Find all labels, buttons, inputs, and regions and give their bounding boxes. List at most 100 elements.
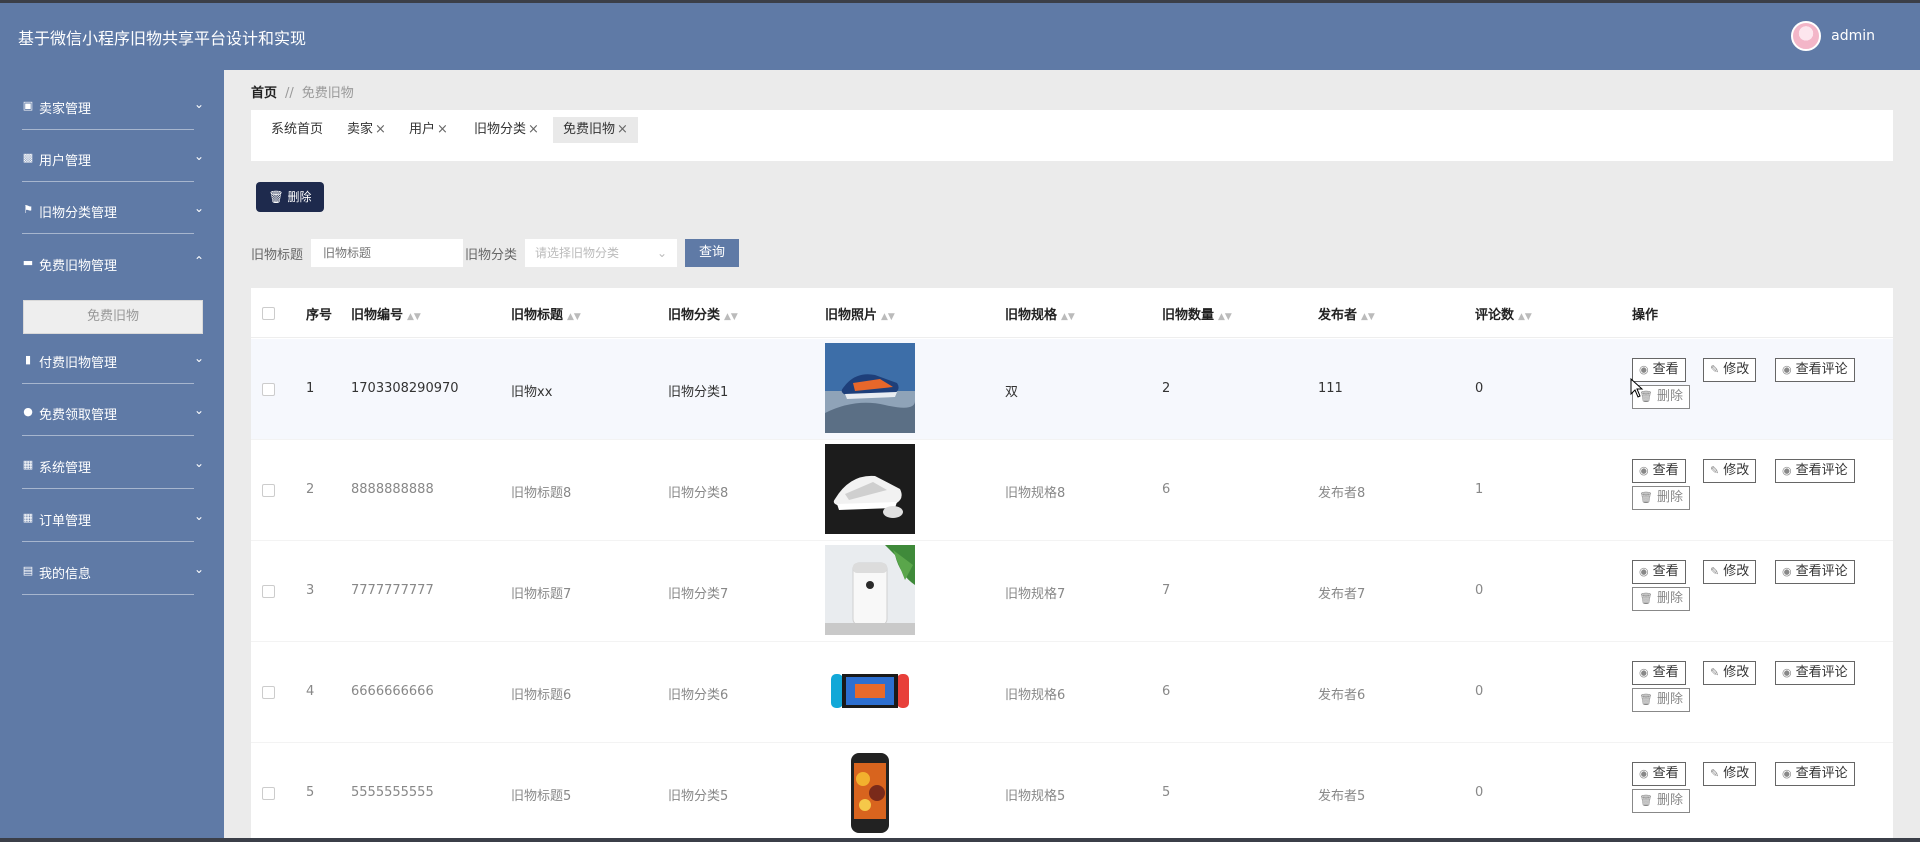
cell-title: 旧物标题5	[511, 789, 572, 804]
view-button[interactable]: ◉ 查看	[1632, 459, 1686, 483]
header-publisher[interactable]: 发布者 ▲▼	[1318, 304, 1375, 323]
cell-comments: 0	[1475, 381, 1484, 396]
avatar[interactable]	[1791, 21, 1822, 51]
shoe-white-photo[interactable]	[825, 444, 915, 534]
sidebar-item-free-claims[interactable]: ● 免费领取管理 ⌄	[0, 388, 224, 436]
view-button[interactable]: ◉ 查看	[1632, 762, 1686, 786]
header-category[interactable]: 旧物分类 ▲▼	[668, 304, 738, 323]
submenu-free-items[interactable]: 免费旧物	[23, 300, 203, 334]
header-spec[interactable]: 旧物规格 ▲▼	[1005, 304, 1075, 323]
button-label: 查看	[1652, 766, 1679, 781]
tab-seller[interactable]: 卖家 ×	[337, 117, 396, 143]
close-icon[interactable]: ×	[528, 122, 539, 137]
sort-icon[interactable]: ▲▼	[1061, 312, 1075, 322]
header-code[interactable]: 旧物编号 ▲▼	[351, 304, 421, 323]
sidebar-item-free-items[interactable]: ▬ 免费旧物管理 ⌃	[0, 239, 224, 287]
cell-spec: 双	[1005, 385, 1019, 400]
table-row[interactable]: 1 1703308290970 旧物xx 旧物分类1 双 2 111 0 ◉ 查看…	[251, 339, 1893, 440]
sidebar-item-paid-items[interactable]: ▮ 付费旧物管理 ⌄	[0, 336, 224, 384]
edit-button[interactable]: ✎ 修改	[1703, 560, 1757, 584]
sidebar-item-seller[interactable]: ▣ 卖家管理 ⌄	[0, 82, 224, 130]
phone-photo[interactable]	[825, 747, 915, 837]
table-row[interactable]: 2 8888888888 旧物标题8 旧物分类8 旧物规格8 6 发布者8 1 …	[251, 440, 1893, 541]
divider	[22, 541, 194, 542]
title-search-input[interactable]	[311, 239, 464, 267]
items-table: 序号 旧物编号 ▲▼ 旧物标题 ▲▼ 旧物分类 ▲▼ 旧物照片 ▲▼ 旧物规格 ▲▼ 旧物…	[251, 288, 1893, 842]
breadcrumb-home[interactable]: 首页	[251, 86, 277, 101]
sort-icon[interactable]: ▲▼	[407, 312, 421, 322]
row-checkbox[interactable]	[262, 585, 275, 598]
table-header: 序号 旧物编号 ▲▼ 旧物标题 ▲▼ 旧物分类 ▲▼ 旧物照片 ▲▼ 旧物规格 ▲▼ 旧物…	[251, 288, 1893, 338]
sort-icon[interactable]: ▲▼	[567, 312, 581, 322]
edit-icon: ✎	[1710, 464, 1720, 477]
sidebar-item-category[interactable]: ⚑ 旧物分类管理 ⌄	[0, 186, 224, 234]
row-checkbox[interactable]	[262, 383, 275, 396]
sidebar-item-my-info[interactable]: ▤ 我的信息 ⌄	[0, 547, 224, 595]
delete-button[interactable]: 🗑 删除	[1632, 688, 1690, 712]
row-checkbox[interactable]	[262, 787, 275, 800]
header-comments[interactable]: 评论数 ▲▼	[1475, 304, 1532, 323]
row-checkbox[interactable]	[262, 484, 275, 497]
tab-free-items[interactable]: 免费旧物 ×	[553, 117, 638, 143]
cell-code: 1703308290970	[351, 381, 459, 396]
button-label: 删除	[1656, 490, 1683, 505]
sidebar-item-users[interactable]: ▩ 用户管理 ⌄	[0, 134, 224, 182]
edit-button[interactable]: ✎ 修改	[1703, 358, 1757, 382]
delete-button[interactable]: 🗑 删除	[1632, 486, 1690, 510]
view-comments-button[interactable]: ◉ 查看评论	[1775, 459, 1855, 483]
tab-users[interactable]: 用户 ×	[399, 117, 458, 143]
shoe-blue-photo[interactable]	[825, 343, 915, 433]
user-name[interactable]: admin	[1831, 28, 1875, 44]
sidebar-item-system[interactable]: ▦ 系统管理 ⌄	[0, 441, 224, 489]
sort-icon[interactable]: ▲▼	[1218, 312, 1232, 322]
edit-button[interactable]: ✎ 修改	[1703, 661, 1757, 685]
view-button[interactable]: ◉ 查看	[1632, 661, 1686, 685]
user-menu[interactable]: admin	[1791, 21, 1875, 51]
batch-delete-button[interactable]: 🗑 删除	[256, 182, 324, 212]
view-comments-button[interactable]: ◉ 查看评论	[1775, 358, 1855, 382]
cell-index: 5	[306, 785, 315, 800]
tab-label: 旧物分类	[474, 122, 527, 137]
purifier-photo[interactable]	[825, 545, 915, 635]
tab-home[interactable]: 系统首页	[261, 117, 333, 143]
edit-button[interactable]: ✎ 修改	[1703, 762, 1757, 786]
breadcrumb: 首页 // 免费旧物	[251, 82, 354, 101]
header-label: 旧物规格	[1005, 308, 1058, 323]
view-button[interactable]: ◉ 查看	[1632, 560, 1686, 584]
header-title[interactable]: 旧物标题 ▲▼	[511, 304, 581, 323]
category-select[interactable]: 请选择旧物分类 ⌄	[525, 239, 678, 267]
table-row[interactable]: 5 5555555555 旧物标题5 旧物分类5 旧物规格5 5 发布者5 0 …	[251, 743, 1893, 842]
close-icon[interactable]: ×	[617, 122, 628, 137]
header-qty[interactable]: 旧物数量 ▲▼	[1162, 304, 1232, 323]
sort-icon[interactable]: ▲▼	[724, 312, 738, 322]
sort-icon[interactable]: ▲▼	[1361, 312, 1375, 322]
cell-spec: 旧物规格5	[1005, 789, 1066, 804]
delete-button[interactable]: 🗑 删除	[1632, 587, 1690, 611]
delete-button[interactable]: 🗑 删除	[1632, 789, 1690, 813]
cell-title: 旧物标题6	[511, 688, 572, 703]
edit-button[interactable]: ✎ 修改	[1703, 459, 1757, 483]
table-row[interactable]: 3 7777777777 旧物标题7 旧物分类7 旧物规格7 7 发布者7 0 …	[251, 541, 1893, 642]
close-icon[interactable]: ×	[437, 122, 448, 137]
sort-icon[interactable]: ▲▼	[881, 312, 895, 322]
row-checkbox[interactable]	[262, 686, 275, 699]
header-label: 发布者	[1318, 308, 1358, 323]
eye-icon: ◉	[1639, 464, 1649, 477]
table-row[interactable]: 4 6666666666 旧物标题6 旧物分类6 旧物规格6 6 发布者6 0 …	[251, 642, 1893, 743]
button-label: 修改	[1723, 766, 1750, 781]
sidebar-item-orders[interactable]: ▦ 订单管理 ⌄	[0, 494, 224, 542]
cell-code: 7777777777	[351, 583, 434, 598]
tab-category[interactable]: 旧物分类 ×	[464, 117, 549, 143]
sidebar-item-label: 我的信息	[39, 567, 92, 582]
query-button[interactable]: 查询	[685, 239, 740, 267]
game-console-photo[interactable]	[825, 646, 915, 736]
chevron-down-icon: ⌄	[193, 97, 204, 111]
view-comments-button[interactable]: ◉ 查看评论	[1775, 661, 1855, 685]
sort-icon[interactable]: ▲▼	[1518, 312, 1532, 322]
header-photo[interactable]: 旧物照片 ▲▼	[825, 304, 895, 323]
view-comments-button[interactable]: ◉ 查看评论	[1775, 560, 1855, 584]
select-all-checkbox[interactable]	[262, 307, 275, 320]
close-icon[interactable]: ×	[375, 122, 386, 137]
view-comments-button[interactable]: ◉ 查看评论	[1775, 762, 1855, 786]
chevron-down-icon: ⌄	[193, 403, 204, 417]
